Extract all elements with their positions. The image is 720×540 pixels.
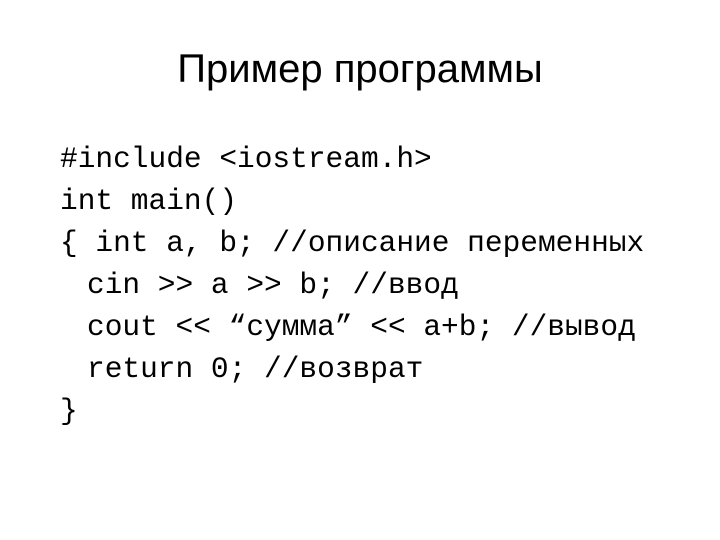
slide-title: Пример программы: [177, 47, 543, 91]
code-line-main: int main(): [60, 184, 238, 218]
code-line-close-brace: }: [60, 394, 78, 428]
code-line-declaration: { int a, b; //описание переменных: [60, 226, 645, 260]
slide: Пример программы #include <iostream.h> i…: [0, 0, 720, 540]
code-line-input: cin >> a >> b; //ввод: [87, 268, 459, 302]
code-line-return: return 0; //возврат: [87, 352, 424, 386]
code-line-include: #include <iostream.h>: [60, 142, 432, 176]
code-block: #include <iostream.h> int main() { int a…: [60, 138, 700, 432]
code-line-output: cout << “сумма” << a+b; //вывод: [87, 310, 636, 344]
